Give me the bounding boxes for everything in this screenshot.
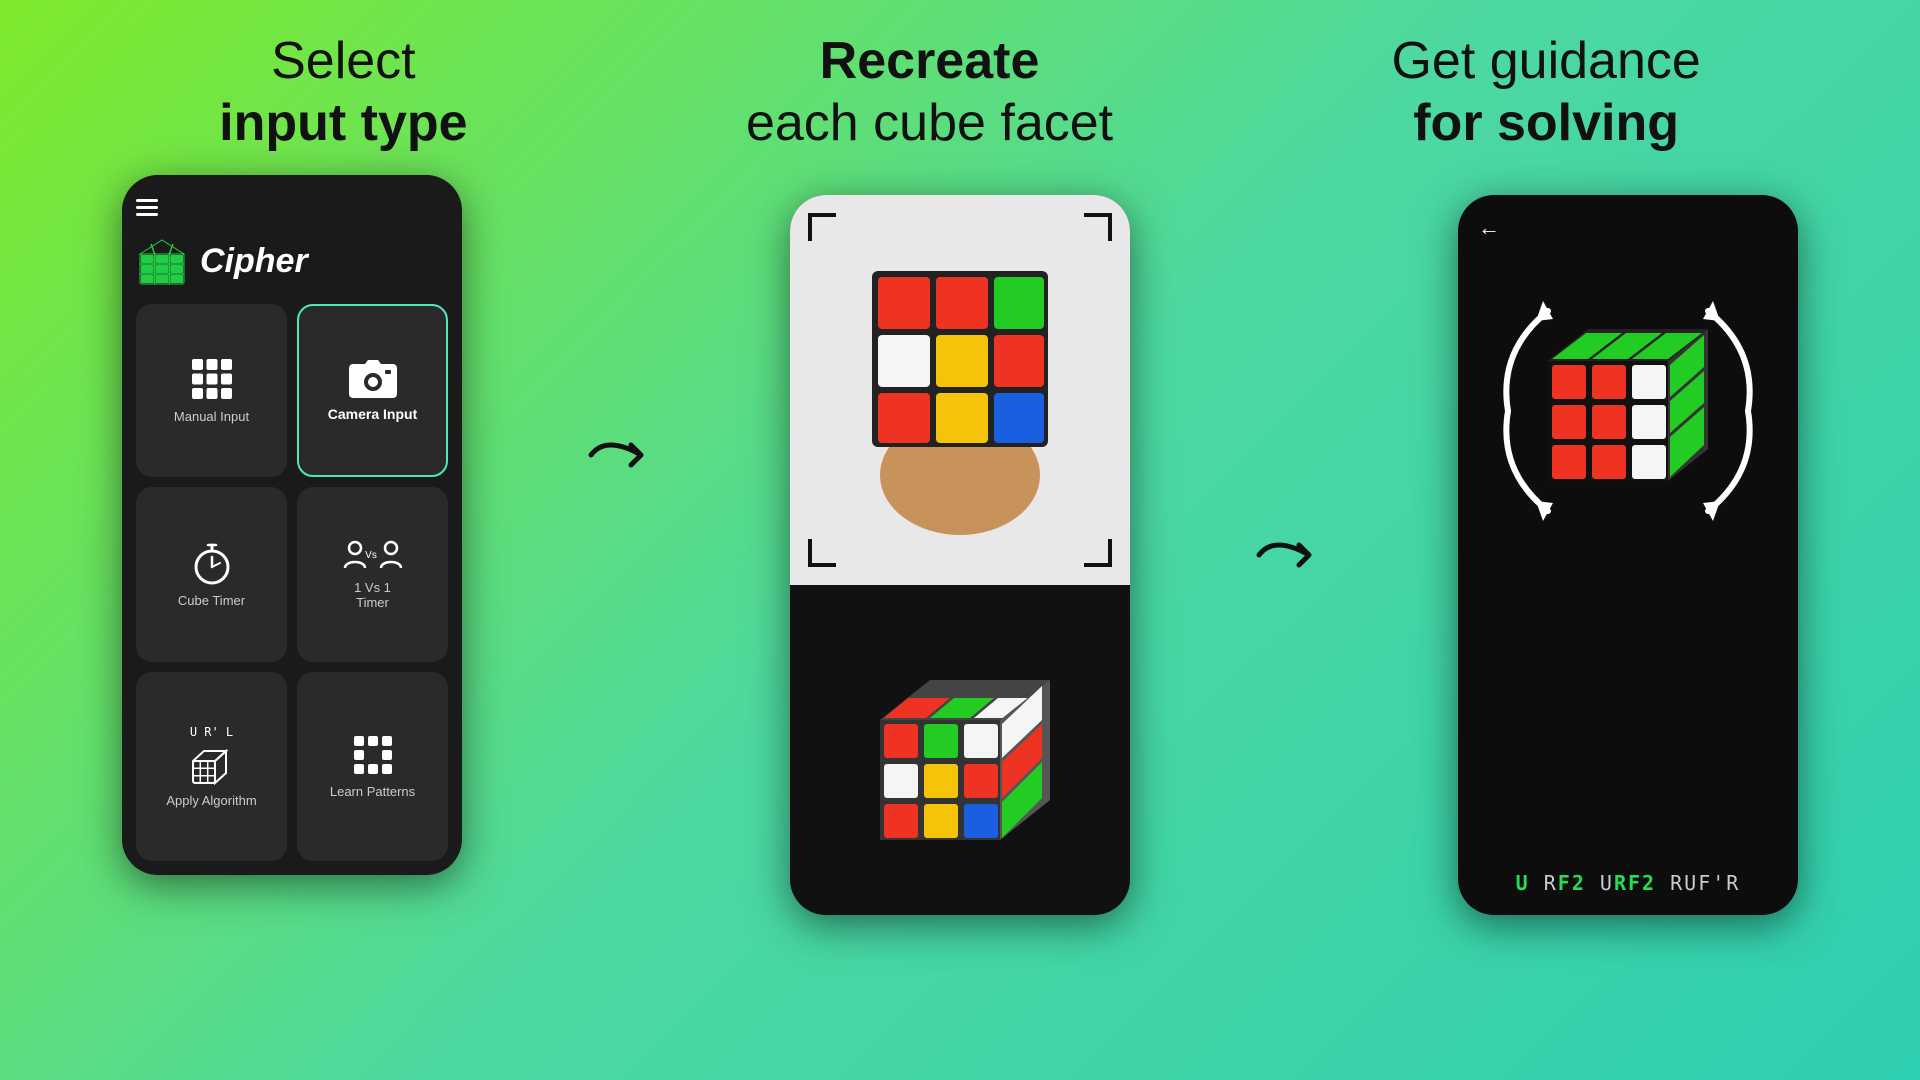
arrow2-icon [1254,525,1334,585]
app-grid: Manual Input Camera Input [136,304,448,861]
manual-input-button[interactable]: Manual Input [136,304,287,477]
phone3-content: U RF2 URF2 RUF'R [1458,251,1798,915]
timer-icon [190,541,234,585]
algo-highlight-r2: RF2 [1614,871,1656,895]
algo-highlight-u1: U [1516,871,1530,895]
header-col3: Get guidance for solving [1391,30,1700,155]
phone1-topbar [136,195,448,226]
solved-cube-icon [1488,271,1768,551]
1v1-timer-button[interactable]: Vs 1 Vs 1 Timer [297,487,448,662]
app-title-row: Cipher [136,226,448,304]
dots-pattern-icon [352,734,394,776]
learn-patterns-label: Learn Patterns [330,784,415,799]
camera-icon [349,358,397,398]
algo-r3: RUF'R [1656,871,1740,895]
camera-input-label: Camera Input [328,406,417,422]
arrow2-container [1254,525,1334,585]
arrow1-icon [586,425,666,485]
apply-algorithm-button[interactable]: U R' L Apply Algorithm [136,672,287,860]
phone1: Cipher Manual Input [122,175,462,875]
arrow1-container [586,425,666,485]
phone3-topbar: ← [1458,195,1798,251]
camera-input-button[interactable]: Camera Input [297,304,448,477]
algo-r: R [1530,871,1558,895]
algo-cube-icon [192,749,232,785]
app-name: Cipher [200,242,308,281]
app-logo-icon [136,236,188,288]
header-col2-line1: Recreate [820,32,1040,90]
header-row: Select input type Recreate each cube fac… [0,0,1920,165]
header-col3-line2: for solving [1413,94,1679,152]
hamburger-icon[interactable] [136,199,158,216]
algo-highlight-f2: F2 [1558,871,1586,895]
camera-view [790,195,1130,585]
vs-icon: Vs [343,540,403,572]
manual-input-label: Manual Input [174,409,249,424]
1v1-timer-label: 1 Vs 1 Timer [354,580,391,610]
phone3: ← [1458,195,1798,915]
learn-patterns-button[interactable]: Learn Patterns [297,672,448,860]
phones-row: Cipher Manual Input [0,175,1920,915]
header-col2: Recreate each cube facet [746,30,1113,155]
apply-algorithm-label: Apply Algorithm [166,793,256,808]
algo-u2: U [1586,871,1614,895]
header-col1: Select input type [219,30,467,155]
grid-icon [190,357,234,401]
hand-rubik-image [820,235,1100,545]
cube-timer-button[interactable]: Cube Timer [136,487,287,662]
header-col3-line1: Get guidance [1391,32,1700,90]
back-button[interactable]: ← [1478,215,1500,240]
cube-3d-view [790,585,1130,915]
phone2 [790,195,1130,915]
cube-timer-label: Cube Timer [178,593,245,608]
header-col1-line2: input type [219,94,467,152]
cube-3d-icon [850,640,1070,860]
algo-text-icon: U R' L [190,725,233,739]
header-col1-line1: Select [271,32,416,90]
svg-text:Vs: Vs [365,550,377,561]
header-col2-line2: each cube facet [746,94,1113,152]
algorithm-text: U RF2 URF2 RUF'R [1516,871,1741,895]
